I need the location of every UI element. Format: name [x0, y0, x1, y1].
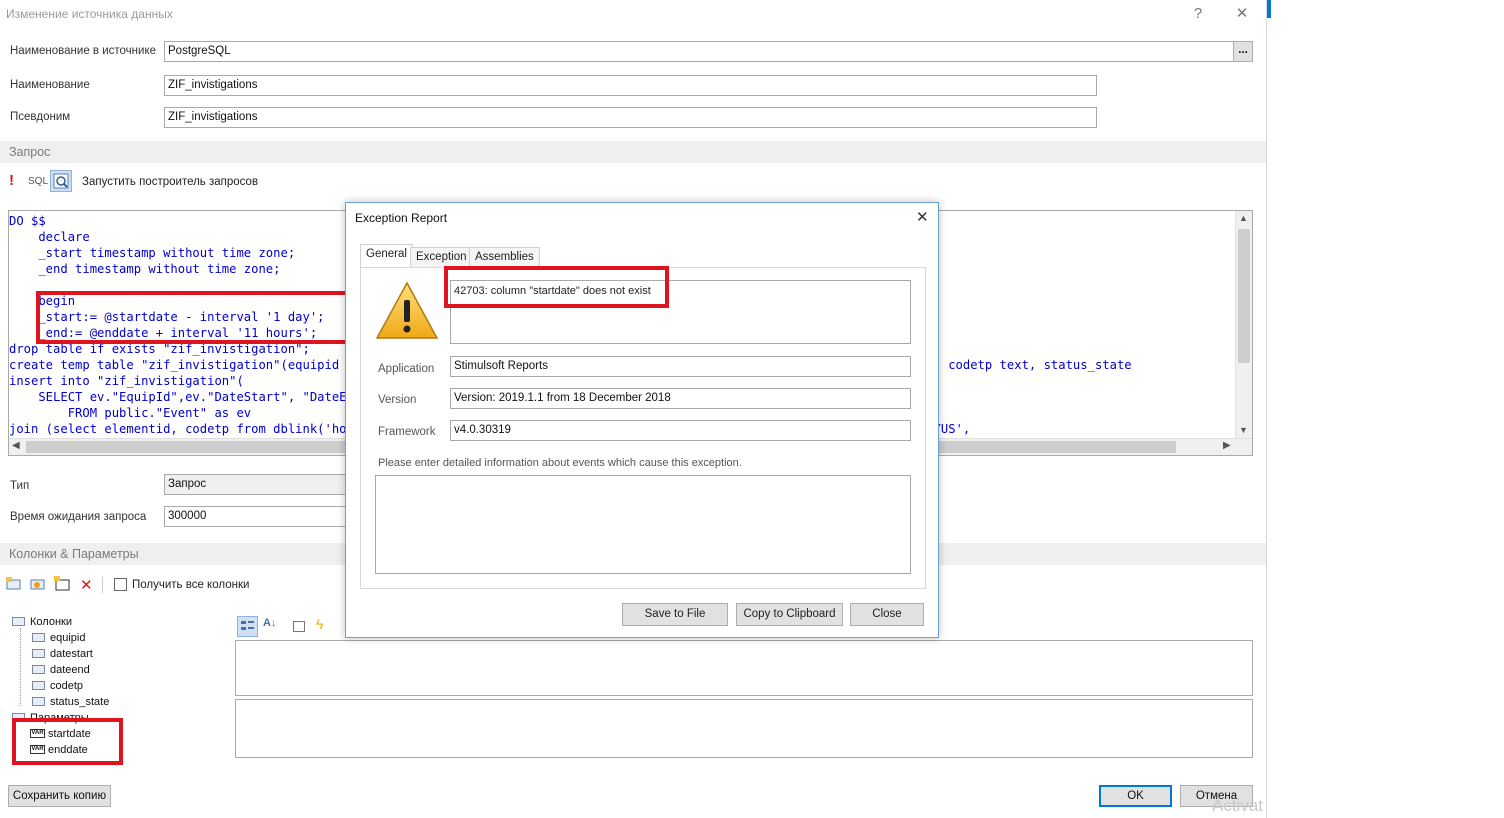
column-icon [32, 680, 45, 690]
get-columns-icon[interactable] [114, 578, 127, 591]
events-icon[interactable]: ϟ [316, 616, 323, 632]
scroll-thumb[interactable] [1238, 229, 1250, 363]
framework-field[interactable]: v4.0.30319 [450, 420, 911, 441]
timeout-label: Время ожидания запроса [10, 511, 147, 523]
columns-icon [12, 616, 25, 626]
column-icon [32, 632, 45, 642]
scroll-down-icon[interactable]: ▼ [1239, 425, 1248, 435]
categorized-icon[interactable] [237, 616, 258, 637]
query-builder-icon[interactable] [50, 170, 72, 192]
tab-general[interactable]: General [360, 244, 413, 268]
property-grid[interactable] [235, 640, 1253, 696]
name-label: Наименование [10, 79, 90, 91]
query-section-header: Запрос [0, 141, 1266, 163]
new-calculated-column-icon[interactable] [29, 576, 47, 592]
application-label: Application [378, 363, 435, 375]
get-all-columns-button[interactable]: Получить все колонки [132, 579, 249, 591]
new-parameter-icon[interactable] [54, 576, 72, 592]
sql-line: insert into "zif_invistigation"( [9, 374, 244, 388]
details-prompt: Please enter detailed information about … [378, 457, 742, 469]
alias-field[interactable]: ZIF_invistigations [164, 107, 1097, 128]
tree-column-item[interactable]: datestart [32, 648, 93, 660]
ok-button[interactable]: OK [1099, 785, 1172, 807]
sql-line: _end timestamp without time zone; [9, 262, 281, 276]
help-button[interactable]: ? [1186, 3, 1210, 25]
tab-exception[interactable]: Exception [410, 247, 473, 267]
accent-strip [1267, 0, 1271, 18]
red-highlight-sql [36, 291, 375, 344]
sql-line: FROM public."Event" as ev [9, 406, 252, 420]
copy-to-clipboard-button[interactable]: Copy to Clipboard [736, 603, 843, 626]
delete-icon[interactable]: ✕ [80, 576, 93, 594]
version-field[interactable]: Version: 2019.1.1 from 18 December 2018 [450, 388, 911, 409]
tree-column-item[interactable]: equipid [32, 632, 85, 644]
browse-button[interactable]: ... [1233, 41, 1253, 62]
red-highlight-params [12, 718, 123, 765]
general-tab-panel: 42703: column "startdate" does not exist… [360, 267, 926, 589]
source-name-field[interactable]: PostgreSQL [164, 41, 1234, 62]
save-copy-button[interactable]: Сохранить копию [8, 785, 111, 807]
property-description [235, 699, 1253, 758]
sql-line: _start timestamp without time zone; [9, 246, 296, 260]
scroll-left-icon[interactable]: ◀ [12, 440, 20, 451]
tree-column-item[interactable]: status_state [32, 696, 109, 708]
sql-line: declare [9, 230, 90, 244]
exception-close-icon[interactable]: ✕ [916, 208, 929, 226]
timeout-input[interactable]: 300000 [164, 506, 347, 527]
close-button[interactable]: ✕ [1230, 3, 1254, 25]
type-select[interactable]: Запрос [164, 474, 347, 495]
tree-line [20, 628, 21, 706]
version-label: Version [378, 394, 417, 406]
tab-assemblies[interactable]: Assemblies [469, 247, 540, 267]
error-icon: ! [9, 172, 14, 189]
toolbar-separator [102, 577, 103, 593]
sql-line: drop table if exists "zif_invistigation"… [9, 342, 310, 356]
new-column-icon[interactable] [6, 577, 22, 591]
application-field[interactable]: Stimulsoft Reports [450, 356, 911, 377]
properties-icon[interactable] [293, 621, 305, 632]
exception-dialog-title: Exception Report [355, 211, 448, 225]
activation-watermark: Activat [1212, 796, 1264, 815]
query-builder-label[interactable]: Запустить построитель запросов [82, 176, 258, 188]
scroll-up-icon[interactable]: ▲ [1239, 213, 1248, 223]
column-icon [32, 648, 45, 658]
scroll-right-icon[interactable]: ▶ [1223, 440, 1231, 451]
sql-vertical-scrollbar[interactable]: ▲ ▼ [1235, 211, 1252, 439]
sql-line: DO $$ [9, 214, 46, 228]
exception-close-button[interactable]: Close [850, 603, 924, 626]
tree-column-item[interactable]: codetp [32, 680, 83, 692]
alias-label: Псевдоним [10, 111, 71, 123]
framework-label: Framework [378, 426, 436, 438]
warning-icon [375, 280, 439, 345]
sql-line: SELECT ev."EquipId",ev."DateStart", "Dat… [9, 390, 369, 404]
red-highlight-message [444, 266, 669, 308]
sort-alpha-icon[interactable]: A↓ [263, 617, 276, 629]
source-name-label: Наименование в источнике [10, 45, 156, 57]
name-field[interactable]: ZIF_invistigations [164, 75, 1097, 96]
exception-report-dialog: Exception Report ✕ General Exception Ass… [345, 202, 939, 638]
save-to-file-button[interactable]: Save to File [622, 603, 728, 626]
type-label: Тип [10, 480, 30, 492]
background-window-edge [1266, 0, 1504, 818]
column-icon [32, 664, 45, 674]
tree-node-columns[interactable]: Колонки [12, 616, 72, 628]
sql-label: SQL [28, 176, 49, 187]
tree-column-item[interactable]: dateend [32, 664, 90, 676]
column-icon [32, 696, 45, 706]
window-title: Изменение источника данных [6, 7, 173, 21]
details-textarea[interactable] [375, 475, 911, 574]
